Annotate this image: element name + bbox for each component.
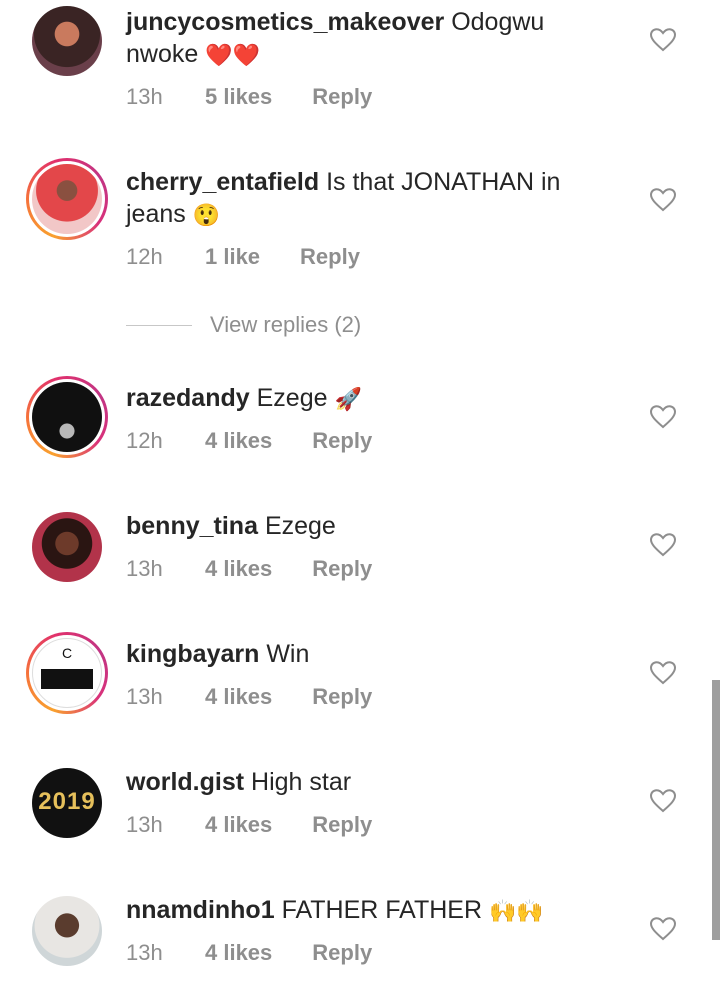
comment-timestamp: 13h [126, 556, 163, 581]
comment-emoji: 🚀 [334, 386, 362, 412]
avatar[interactable]: C [26, 632, 108, 714]
comment-timestamp: 13h [126, 812, 163, 837]
comment-text-block: kingbayarn Win [126, 638, 606, 670]
comment-meta: 13h 4 likes Reply [126, 556, 372, 582]
comment-username[interactable]: world.gist [126, 768, 244, 796]
comment-meta: 13h 4 likes Reply [126, 684, 372, 710]
reply-button[interactable]: Reply [312, 940, 372, 966]
comment-emoji: 😲 [192, 202, 221, 228]
comment-likes-count[interactable]: 4 likes [205, 428, 272, 454]
comment-username[interactable]: nnamdinho1 [126, 896, 275, 924]
reply-button[interactable]: Reply [312, 556, 372, 582]
comment-likes-count[interactable]: 4 likes [205, 812, 272, 838]
comment-meta: 13h 5 likes Reply [126, 84, 372, 110]
comment-text-block: benny_tina Ezege [126, 510, 606, 542]
comment-emoji: ❤️❤️ [205, 42, 261, 68]
scrollbar[interactable] [712, 680, 720, 940]
heart-outline-icon[interactable] [650, 188, 676, 212]
heart-outline-icon[interactable] [650, 789, 676, 813]
comment-meta: 13h 4 likes Reply [126, 940, 372, 966]
heart-outline-icon[interactable] [650, 533, 676, 557]
comment-body: High star [251, 768, 352, 796]
reply-button[interactable]: Reply [300, 244, 360, 270]
comment-username[interactable]: kingbayarn [126, 640, 259, 668]
comment-body: Ezege [264, 512, 336, 540]
heart-outline-icon[interactable] [650, 661, 676, 685]
divider [126, 324, 192, 326]
comment-username[interactable]: cherry_entafield [126, 168, 319, 196]
comment-timestamp: 13h [126, 940, 163, 965]
reply-button[interactable]: Reply [312, 84, 372, 110]
comment-likes-count[interactable]: 5 likes [205, 84, 272, 110]
avatar[interactable] [26, 506, 108, 588]
comment-username[interactable]: juncycosmetics_makeover [126, 8, 444, 36]
comment-text-block: juncycosmetics_makeover Odogwu nwoke ❤️❤… [126, 6, 606, 71]
comment-body: Win [266, 640, 310, 668]
brand-logo: C [61, 645, 73, 661]
comment-meta: 12h 4 likes Reply [126, 428, 372, 454]
reply-button[interactable]: Reply [312, 684, 372, 710]
comment-text-block: nnamdinho1 FATHER FATHER 🙌🙌 [126, 894, 606, 927]
comment-likes-count[interactable]: 4 likes [205, 556, 272, 582]
comment-timestamp: 13h [126, 684, 163, 709]
reply-button[interactable]: Reply [312, 428, 372, 454]
heart-outline-icon[interactable] [650, 28, 676, 52]
comment-emoji: 🙌🙌 [489, 898, 544, 924]
heart-outline-icon[interactable] [650, 405, 676, 429]
avatar[interactable] [26, 376, 108, 458]
avatar[interactable] [26, 158, 108, 240]
comment-meta: 13h 4 likes Reply [126, 812, 372, 838]
avatar[interactable]: 2019 [26, 762, 108, 844]
view-replies-button[interactable]: View replies (2) [126, 312, 361, 338]
comment-timestamp: 12h [126, 244, 163, 269]
comment-text-block: cherry_entafield Is that JONATHAN in jea… [126, 166, 606, 231]
comment-username[interactable]: razedandy [126, 384, 250, 412]
avatar[interactable] [26, 0, 108, 82]
avatar[interactable] [26, 890, 108, 972]
comment-text-block: razedandy Ezege 🚀 [126, 382, 606, 415]
comment-timestamp: 12h [126, 428, 163, 453]
avatar-year-label: 2019 [38, 788, 96, 815]
comment-meta: 12h 1 like Reply [126, 244, 360, 270]
comment-timestamp: 13h [126, 84, 163, 109]
view-replies-label: View replies (2) [210, 312, 362, 337]
comment-likes-count[interactable]: 1 like [205, 244, 260, 270]
comment-body: Ezege [256, 384, 328, 412]
comment-text-block: world.gist High star [126, 766, 606, 798]
comment-body: FATHER FATHER [281, 896, 483, 924]
comment-likes-count[interactable]: 4 likes [205, 940, 272, 966]
heart-outline-icon[interactable] [650, 917, 676, 941]
comment-username[interactable]: benny_tina [126, 512, 258, 540]
comment-likes-count[interactable]: 4 likes [205, 684, 272, 710]
reply-button[interactable]: Reply [312, 812, 372, 838]
